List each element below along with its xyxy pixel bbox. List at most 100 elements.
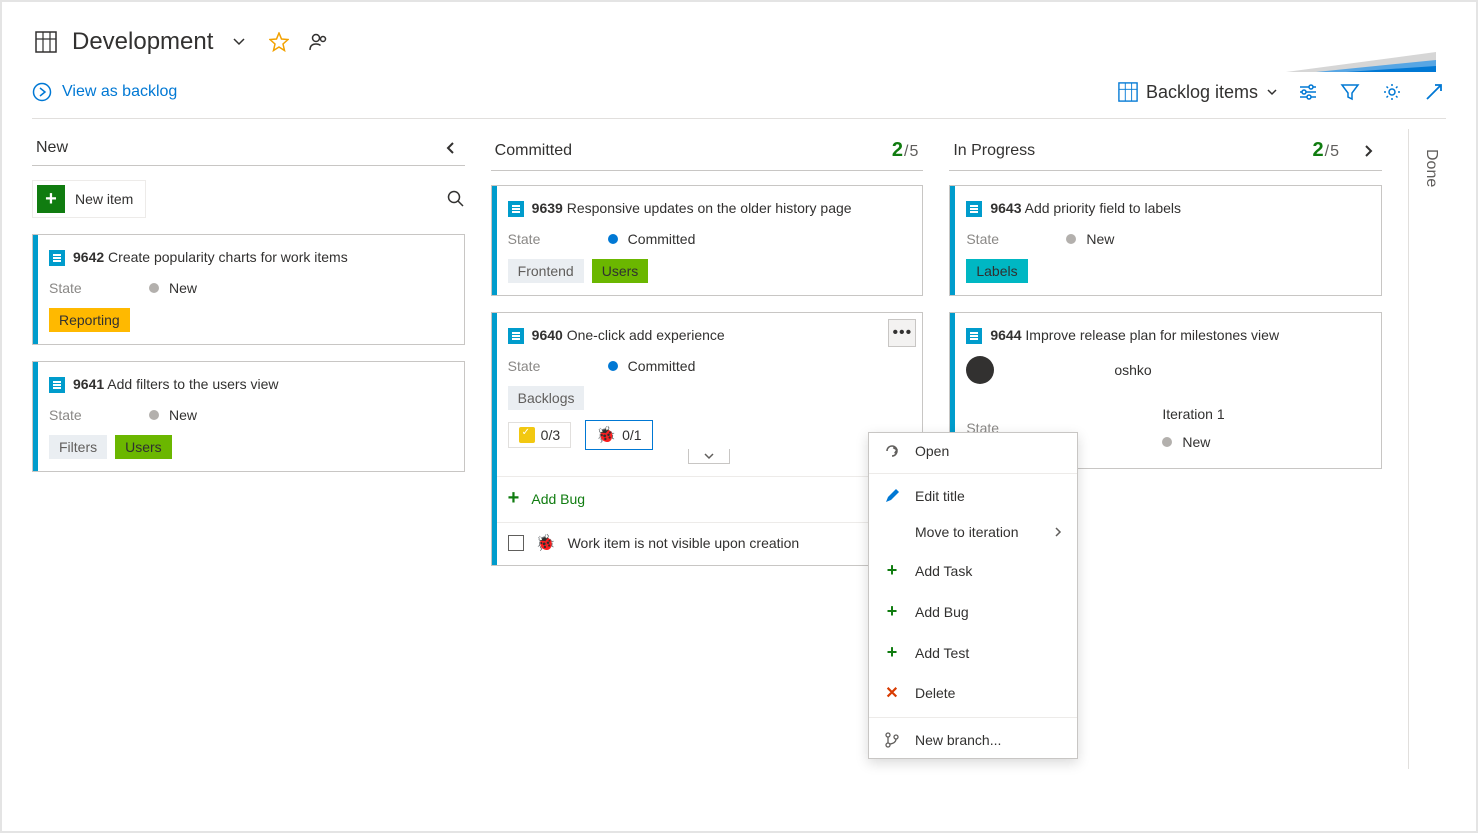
child-item-title: Work item is not visible upon creation bbox=[568, 535, 800, 551]
chevron-right-icon bbox=[1053, 526, 1063, 538]
state-value: New bbox=[1086, 231, 1114, 247]
wip-limit: /5 bbox=[1325, 143, 1340, 160]
search-icon[interactable] bbox=[447, 190, 465, 208]
fullscreen-icon[interactable] bbox=[1422, 80, 1446, 104]
state-label: State bbox=[966, 231, 1006, 247]
tag-users[interactable]: Users bbox=[592, 259, 649, 283]
card-9641[interactable]: 9641 Add filters to the users view State… bbox=[32, 361, 465, 472]
tag-labels[interactable]: Labels bbox=[966, 259, 1027, 283]
add-bug-row[interactable]: + Add Bug bbox=[492, 476, 923, 522]
pbi-icon bbox=[508, 328, 524, 344]
collapse-checklist-button[interactable] bbox=[688, 449, 730, 464]
column-committed: Committed 2/5 9639 Responsive updates on… bbox=[491, 129, 924, 769]
state-label: State bbox=[508, 358, 548, 374]
menu-add-bug[interactable]: + Add Bug bbox=[869, 591, 1077, 632]
branch-icon bbox=[883, 732, 901, 748]
pbi-icon bbox=[49, 250, 65, 266]
plus-icon: + bbox=[37, 185, 65, 213]
state-label: State bbox=[508, 231, 548, 247]
task-count-pill[interactable]: 0/3 bbox=[508, 422, 571, 448]
menu-label: Open bbox=[915, 443, 949, 459]
page-header: Development bbox=[32, 22, 1446, 62]
plus-icon: + bbox=[883, 642, 901, 663]
bug-icon: 🐞 bbox=[596, 425, 616, 445]
tag-backlogs[interactable]: Backlogs bbox=[508, 386, 585, 410]
backlog-level-selector[interactable]: Backlog items bbox=[1118, 82, 1278, 103]
card-title: Create popularity charts for work items bbox=[108, 249, 348, 265]
state-value: Committed bbox=[628, 231, 696, 247]
state-value: New bbox=[1182, 434, 1210, 450]
column-new: New + New item bbox=[32, 129, 465, 769]
tag-reporting[interactable]: Reporting bbox=[49, 308, 130, 332]
bug-count-pill[interactable]: 🐞 0/1 bbox=[585, 420, 652, 450]
menu-new-branch[interactable]: New branch... bbox=[869, 722, 1077, 758]
pencil-icon bbox=[883, 488, 901, 504]
state-value: Committed bbox=[628, 358, 696, 374]
backlog-level-label: Backlog items bbox=[1146, 82, 1258, 103]
menu-label: Delete bbox=[915, 685, 955, 701]
menu-delete[interactable]: ✕ Delete bbox=[869, 673, 1077, 713]
expand-right-icon[interactable] bbox=[1358, 144, 1378, 158]
plus-icon: + bbox=[883, 601, 901, 622]
collapse-left-icon[interactable] bbox=[441, 141, 461, 155]
card-id: 9641 bbox=[73, 376, 104, 392]
menu-open[interactable]: Open bbox=[869, 433, 1077, 469]
card-9642[interactable]: 9642 Create popularity charts for work i… bbox=[32, 234, 465, 345]
menu-add-task[interactable]: + Add Task bbox=[869, 550, 1077, 591]
wip-current: 2 bbox=[1313, 139, 1325, 161]
menu-label: Add Task bbox=[915, 563, 972, 579]
column-done-collapsed[interactable]: Done bbox=[1408, 129, 1446, 769]
page-title[interactable]: Development bbox=[72, 28, 213, 56]
menu-label: Add Test bbox=[915, 645, 969, 661]
add-bug-label: Add Bug bbox=[531, 491, 585, 507]
menu-add-test[interactable]: + Add Test bbox=[869, 632, 1077, 673]
menu-label: Add Bug bbox=[915, 604, 969, 620]
tag-users[interactable]: Users bbox=[115, 435, 172, 459]
avatar bbox=[966, 356, 994, 384]
task-count: 0/3 bbox=[541, 427, 560, 443]
checkbox-icon[interactable] bbox=[508, 535, 524, 551]
gear-icon[interactable] bbox=[1380, 80, 1404, 104]
card-title: Add priority field to labels bbox=[1025, 200, 1181, 216]
view-as-backlog-link[interactable]: View as backlog bbox=[32, 82, 177, 102]
chevron-down-icon[interactable] bbox=[225, 28, 253, 56]
card-9639[interactable]: 9639 Responsive updates on the older his… bbox=[491, 185, 924, 296]
state-value: New bbox=[169, 280, 197, 296]
menu-edit-title[interactable]: Edit title bbox=[869, 478, 1077, 514]
view-as-backlog-label: View as backlog bbox=[62, 83, 177, 101]
card-context-menu: Open Edit title Move to iteration + Add … bbox=[868, 432, 1078, 759]
pbi-icon bbox=[49, 377, 65, 393]
card-9643[interactable]: 9643 Add priority field to labels State … bbox=[949, 185, 1382, 296]
settings-sliders-icon[interactable] bbox=[1296, 80, 1320, 104]
state-label: State bbox=[49, 280, 89, 296]
team-members-icon[interactable] bbox=[305, 28, 333, 56]
filter-icon[interactable] bbox=[1338, 80, 1362, 104]
card-id: 9644 bbox=[990, 327, 1021, 343]
kanban-board: New + New item bbox=[32, 129, 1446, 769]
wip-limit: /5 bbox=[904, 143, 919, 160]
new-item-button[interactable]: + New item bbox=[32, 180, 146, 218]
column-title: New bbox=[36, 139, 68, 157]
menu-move-to-iteration[interactable]: Move to iteration bbox=[869, 514, 1077, 550]
pbi-icon bbox=[966, 201, 982, 217]
tag-frontend[interactable]: Frontend bbox=[508, 259, 584, 283]
tag-filters[interactable]: Filters bbox=[49, 435, 107, 459]
card-id: 9639 bbox=[532, 200, 563, 216]
bug-count: 0/1 bbox=[622, 427, 641, 443]
card-title: Add filters to the users view bbox=[107, 376, 278, 392]
card-title: Responsive updates on the older history … bbox=[567, 200, 852, 216]
column-title: Committed bbox=[495, 142, 572, 160]
wip-current: 2 bbox=[892, 139, 904, 161]
pbi-icon bbox=[966, 328, 982, 344]
favorite-star-icon[interactable] bbox=[265, 28, 293, 56]
card-title: One-click add experience bbox=[567, 327, 725, 343]
board-icon bbox=[32, 28, 60, 56]
card-9640[interactable]: ••• 9640 One-click add experience State … bbox=[491, 312, 924, 566]
card-title: Improve release plan for milestones view bbox=[1025, 327, 1279, 343]
bug-icon: 🐞 bbox=[536, 533, 556, 553]
card-actions-button[interactable]: ••• bbox=[888, 319, 916, 347]
column-title: In Progress bbox=[953, 142, 1035, 160]
card-id: 9643 bbox=[990, 200, 1021, 216]
child-work-item[interactable]: 🐞 Work item is not visible upon creation bbox=[492, 522, 923, 565]
sprint-burndown-chart bbox=[1266, 22, 1446, 82]
